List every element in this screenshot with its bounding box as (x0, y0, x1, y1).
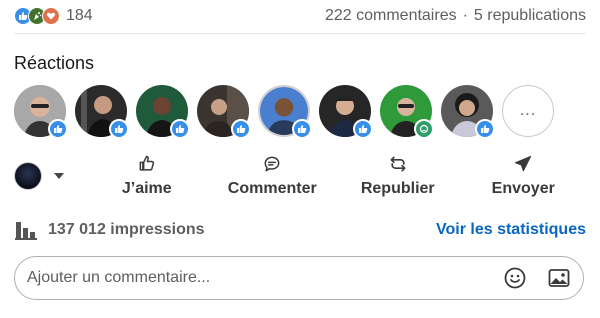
impressions-row: 137 012 impressions Voir les statistique… (14, 218, 586, 242)
repost-label: Republier (360, 180, 435, 197)
separator-dot: · (462, 7, 468, 24)
repost-icon (390, 156, 406, 172)
comment-icon (264, 156, 280, 172)
like-icon (109, 119, 129, 139)
reactors-list: ... (14, 85, 554, 139)
like-icon (475, 119, 495, 139)
send-button[interactable]: Envoyer (461, 154, 587, 198)
thumbs-up-icon (139, 155, 154, 171)
reactions-heading: Réactions (14, 53, 95, 73)
comment-label: Commenter (227, 180, 317, 197)
reactor-avatar[interactable] (197, 85, 251, 139)
like-icon (292, 119, 312, 139)
like-icon (170, 119, 190, 139)
reposts-count-link[interactable]: 5 republications (474, 7, 586, 25)
actor-switcher[interactable] (14, 162, 84, 190)
insightful-icon (414, 119, 434, 139)
reactor-avatar[interactable] (14, 85, 68, 139)
send-label: Envoyer (491, 180, 555, 197)
send-icon (515, 155, 532, 172)
reactor-avatar[interactable] (319, 85, 373, 139)
like-icon (231, 119, 251, 139)
reaction-count[interactable]: 184 (66, 7, 93, 25)
comments-count-link[interactable]: 222 commentaires (325, 7, 457, 25)
comment-input-tools (503, 266, 571, 290)
reactor-avatar[interactable] (258, 85, 312, 139)
like-icon (353, 119, 373, 139)
reactor-avatar[interactable] (441, 85, 495, 139)
repost-button[interactable]: Republier (335, 154, 461, 198)
comment-placeholder: Ajouter un commentaire... (27, 269, 211, 286)
reaction-type-icons[interactable]: 184 (14, 7, 93, 25)
view-stats-link[interactable]: Voir les statistiques (436, 221, 586, 239)
bar-chart-icon (15, 222, 37, 240)
reactor-avatar[interactable] (75, 85, 129, 139)
more-reactors-button[interactable]: ... (502, 85, 554, 137)
comment-input[interactable]: Ajouter un commentaire... (14, 256, 584, 300)
post-action-bar: J’aime Commenter Republier Envoyer (14, 150, 586, 202)
comments-reposts: 222 commentaires · 5 republications (325, 7, 586, 25)
divider (14, 33, 586, 34)
image-icon[interactable] (547, 266, 571, 290)
like-button[interactable]: J’aime (84, 154, 210, 198)
social-counts-bar: 184 222 commentaires · 5 republications (14, 5, 586, 27)
avatar (14, 162, 42, 190)
comment-button[interactable]: Commenter (210, 154, 336, 198)
chevron-down-icon (54, 173, 64, 179)
impressions-count: 137 012 impressions (48, 221, 205, 238)
impressions[interactable]: 137 012 impressions (14, 220, 205, 240)
reactor-avatar[interactable] (380, 85, 434, 139)
like-icon (48, 119, 68, 139)
love-icon (42, 7, 60, 25)
like-label: J’aime (121, 180, 172, 197)
reactor-avatar[interactable] (136, 85, 190, 139)
emoji-icon[interactable] (503, 266, 527, 290)
